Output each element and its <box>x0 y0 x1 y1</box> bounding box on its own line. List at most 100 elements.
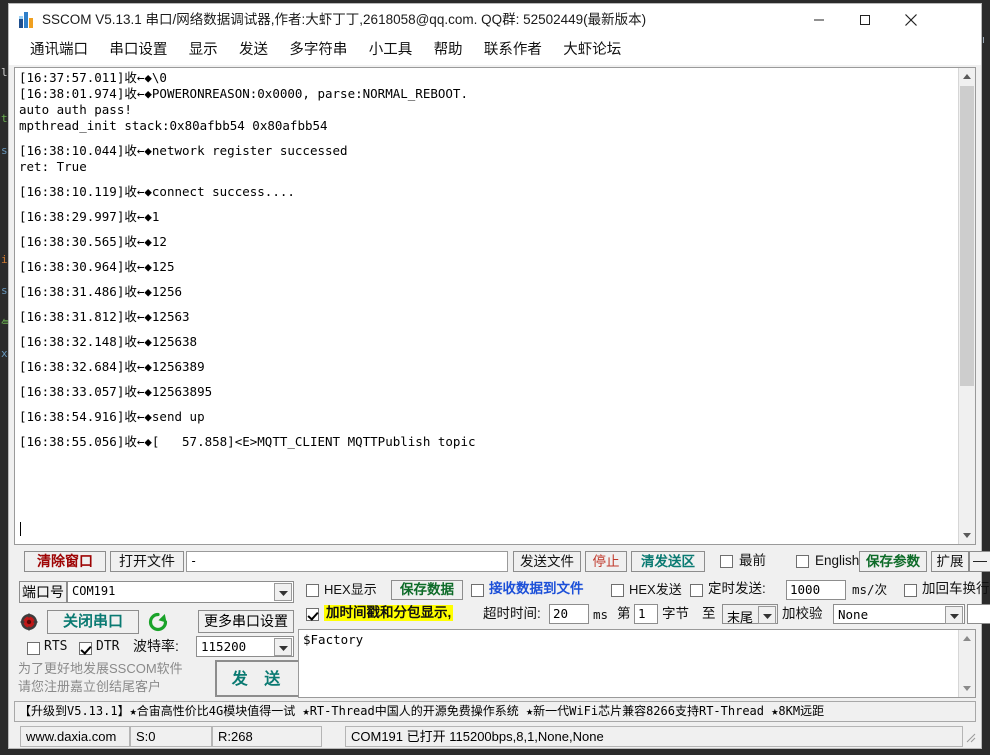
log-line: ret: True <box>19 159 87 174</box>
log-line: [16:38:31.486]收←◆1256 <box>19 284 183 299</box>
receive-to-file-checkbox[interactable] <box>471 584 484 597</box>
log-blank-line <box>19 200 944 209</box>
advertisement-banner[interactable]: 【升级到V5.13.1】★合宙高性价比4G模块值得一试 ★RT-Thread中国… <box>14 701 976 722</box>
send-file-button[interactable]: 发送文件 <box>513 551 581 572</box>
nth-label: 第 <box>617 606 631 621</box>
scroll-up-icon[interactable] <box>959 630 975 647</box>
ms-per-unit-label: ms/次 <box>852 582 888 597</box>
rts-label: RTS <box>44 639 68 654</box>
hex-send-label: HEX发送 <box>629 582 682 597</box>
menu-item-send[interactable]: 发送 <box>230 36 277 65</box>
timed-send-checkbox[interactable] <box>690 584 703 597</box>
refresh-icon[interactable] <box>147 611 169 633</box>
close-button[interactable] <box>888 4 934 35</box>
scroll-up-icon[interactable] <box>959 68 975 85</box>
menu-item-display[interactable]: 显示 <box>180 36 227 65</box>
hex-send-checkbox[interactable] <box>611 584 624 597</box>
port-label: 端口号 <box>19 581 67 603</box>
receive-area[interactable]: [16:37:57.011]收←◆\0 [16:38:01.974]收←◆POWE… <box>14 67 976 545</box>
dtr-label: DTR <box>96 639 120 654</box>
port-select[interactable]: COM191 <box>67 581 294 603</box>
scroll-down-icon[interactable] <box>959 527 975 544</box>
baud-rate-select[interactable]: 115200 <box>196 636 294 657</box>
rts-checkbox[interactable] <box>27 642 40 655</box>
background-code-token: s <box>1 284 8 297</box>
timed-send-label: 定时发送: <box>708 581 766 596</box>
log-line: [16:38:29.997]收←◆1 <box>19 209 160 224</box>
english-checkbox[interactable] <box>796 555 809 568</box>
always-on-top-label: 最前 <box>739 553 766 568</box>
log-blank-line <box>19 400 944 409</box>
send-text-value: $Factory <box>303 632 364 647</box>
checksum-value: None <box>838 607 869 622</box>
menu-item-contact-author[interactable]: 联系作者 <box>475 36 551 65</box>
timeout-input[interactable]: 20 <box>549 604 589 624</box>
send-button[interactable]: 发 送 <box>215 660 303 697</box>
open-file-button[interactable]: 打开文件 <box>110 551 184 572</box>
hex-display-label: HEX显示 <box>324 582 377 597</box>
checksum-select[interactable]: None <box>833 604 965 624</box>
chevron-down-icon[interactable] <box>945 606 963 624</box>
collapse-button[interactable]: — <box>969 551 990 572</box>
log-line: [16:38:32.684]收←◆1256389 <box>19 359 205 374</box>
byte-index-input[interactable]: 1 <box>634 604 658 624</box>
save-params-button[interactable]: 保存参数 <box>859 551 927 572</box>
chevron-down-icon[interactable] <box>758 606 776 624</box>
byte-label: 字节 <box>662 606 689 621</box>
always-on-top-checkbox[interactable] <box>720 555 733 568</box>
menu-item-tools[interactable]: 小工具 <box>360 36 422 65</box>
status-sent-count: S:0 <box>130 726 212 747</box>
stop-button[interactable]: 停止 <box>585 551 627 572</box>
log-blank-line <box>19 225 944 234</box>
add-crlf-checkbox[interactable] <box>904 584 917 597</box>
log-blank-line <box>19 250 944 259</box>
menu-item-comm-port[interactable]: 通讯端口 <box>21 36 97 65</box>
log-line: [16:38:31.812]收←◆12563 <box>19 309 190 324</box>
more-serial-settings-button[interactable]: 更多串口设置 <box>198 610 294 633</box>
timed-period-input[interactable]: 1000 <box>786 580 846 600</box>
close-port-button[interactable]: 关闭串口 <box>47 610 139 634</box>
background-code-token: t <box>1 112 8 125</box>
menu-item-serial-settings[interactable]: 串口设置 <box>100 36 176 65</box>
receive-scrollbar[interactable] <box>958 68 975 544</box>
english-label: English <box>815 553 860 568</box>
send-scrollbar[interactable] <box>958 630 975 697</box>
receive-scroll-thumb[interactable] <box>960 86 974 386</box>
send-area[interactable]: $Factory <box>298 629 976 698</box>
timestamp-label: 加时间戳和分包显示, <box>324 605 454 621</box>
scroll-down-icon[interactable] <box>959 680 975 697</box>
clear-send-area-button[interactable]: 清发送区 <box>631 551 705 572</box>
resize-grip-icon[interactable] <box>964 731 976 746</box>
chevron-down-icon[interactable] <box>274 583 292 601</box>
minimize-button[interactable] <box>796 4 842 35</box>
log-line: [16:38:30.964]收←◆125 <box>19 259 175 274</box>
maximize-button[interactable] <box>842 4 888 35</box>
log-line: [16:38:10.044]收←◆network register succes… <box>19 143 348 158</box>
dtr-checkbox[interactable] <box>79 642 92 655</box>
timestamp-checkbox[interactable] <box>306 608 319 621</box>
menu-item-forum[interactable]: 大虾论坛 <box>554 36 630 65</box>
log-line: auto auth pass! <box>19 102 132 117</box>
log-line: mpthread_init stack:0x80afbb54 0x80afbb5… <box>19 118 328 133</box>
save-data-button[interactable]: 保存数据 <box>391 580 463 600</box>
ms-unit-label: ms <box>593 607 609 622</box>
status-bar: www.daxia.com S:0 R:268 COM191 已打开 11520… <box>12 726 978 747</box>
window-title: SSCOM V5.13.1 串口/网络数据调试器,作者:大虾丁丁,2618058… <box>42 12 647 27</box>
clear-window-button[interactable]: 清除窗口 <box>24 551 106 572</box>
baud-rate-label: 波特率: <box>133 638 179 654</box>
log-blank-line <box>19 375 944 384</box>
chevron-down-icon[interactable] <box>274 638 292 656</box>
log-line: [16:38:55.056]收←◆[ 57.858]<E>MQTT_CLIENT… <box>19 434 476 449</box>
file-path-input[interactable]: - <box>186 551 508 572</box>
hex-display-checkbox[interactable] <box>306 584 319 597</box>
status-website[interactable]: www.daxia.com <box>20 726 130 747</box>
log-blank-line <box>19 275 944 284</box>
background-code-token: i <box>1 253 8 266</box>
background-right-strip <box>984 0 990 755</box>
log-blank-line <box>19 425 944 434</box>
checksum-output-input[interactable] <box>967 604 990 624</box>
menu-item-multi-string[interactable]: 多字符串 <box>280 36 356 65</box>
menu-item-help[interactable]: 帮助 <box>425 36 472 65</box>
end-select[interactable]: 末尾 <box>722 604 778 625</box>
expand-button[interactable]: 扩展 <box>931 551 969 572</box>
